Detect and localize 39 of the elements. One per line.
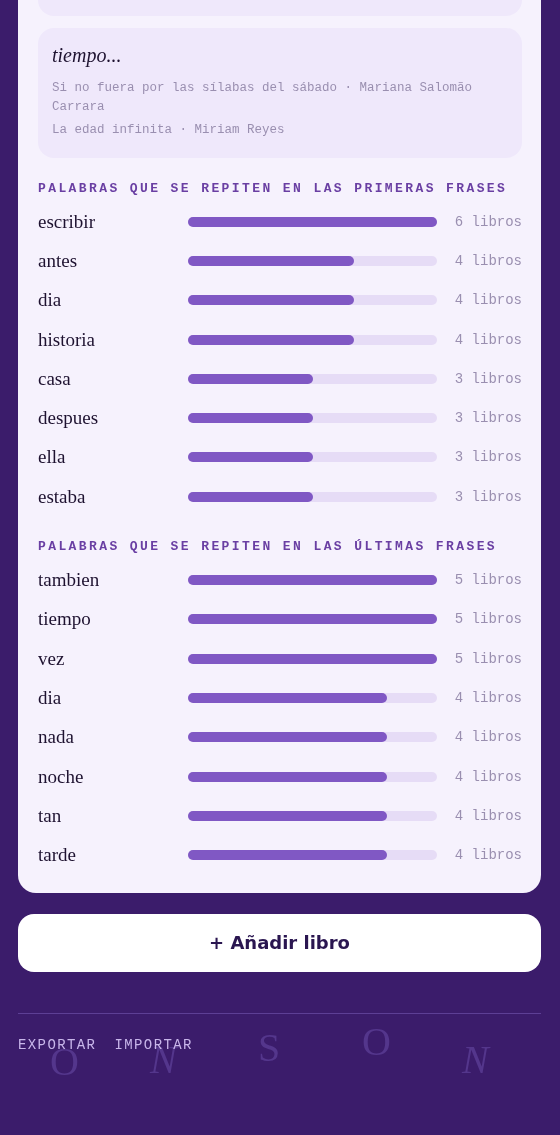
word-label: noche (38, 765, 85, 788)
word-label: escribir (38, 210, 96, 233)
word-label: dia (38, 289, 63, 312)
count-label: 3 libros (453, 488, 522, 505)
count-label: 4 libros (453, 847, 522, 864)
quote-text: tiempo... (52, 44, 123, 67)
word-label: casa (38, 367, 72, 390)
section-heading: PALABRAS QUE SE REPITEN EN LAS ÚLTIMAS FRASES (38, 539, 499, 555)
count-label: 3 libros (453, 370, 522, 387)
word-label: tiempo (38, 608, 92, 631)
word-label: tan (38, 804, 63, 827)
count-label: 4 libros (453, 331, 522, 348)
count-label: 4 libros (453, 252, 522, 269)
word-label: historia (38, 328, 96, 351)
count-label: 5 libros (453, 650, 522, 667)
source-text: Si no fuera por las sílabas del sábado · Mariana Salomão Carrara (52, 80, 474, 116)
count-label: 5 libros (453, 572, 522, 588)
count-label: 4 libros (453, 768, 522, 785)
count-label: 3 libros (453, 449, 522, 466)
add-book-button[interactable]: + Añadir libro (18, 913, 541, 972)
count-label: 6 libros (453, 213, 522, 230)
word-label: despues (38, 407, 100, 430)
source-text: La edad infinita · Miriam Reyes (52, 122, 286, 139)
count-label: 4 libros (453, 689, 522, 706)
footer-link[interactable]: IMPORTAR (114, 1036, 193, 1053)
word-label: ella (38, 446, 67, 469)
count-label: 4 libros (453, 807, 522, 824)
word-label: nada (38, 726, 75, 749)
word-label: estaba (38, 485, 87, 508)
count-label: 5 libros (453, 611, 522, 628)
count-label: 3 libros (453, 410, 522, 427)
word-label: vez (38, 647, 66, 670)
count-label: 4 libros (453, 292, 522, 309)
count-label: 4 libros (453, 729, 522, 746)
word-label: antes (38, 249, 79, 272)
word-label: tarde (38, 844, 77, 867)
section-heading: PALABRAS QUE SE REPITEN EN LAS PRIMERAS FRASES (38, 181, 509, 196)
word-label: tambien (38, 569, 101, 591)
word-label: dia (38, 686, 63, 709)
